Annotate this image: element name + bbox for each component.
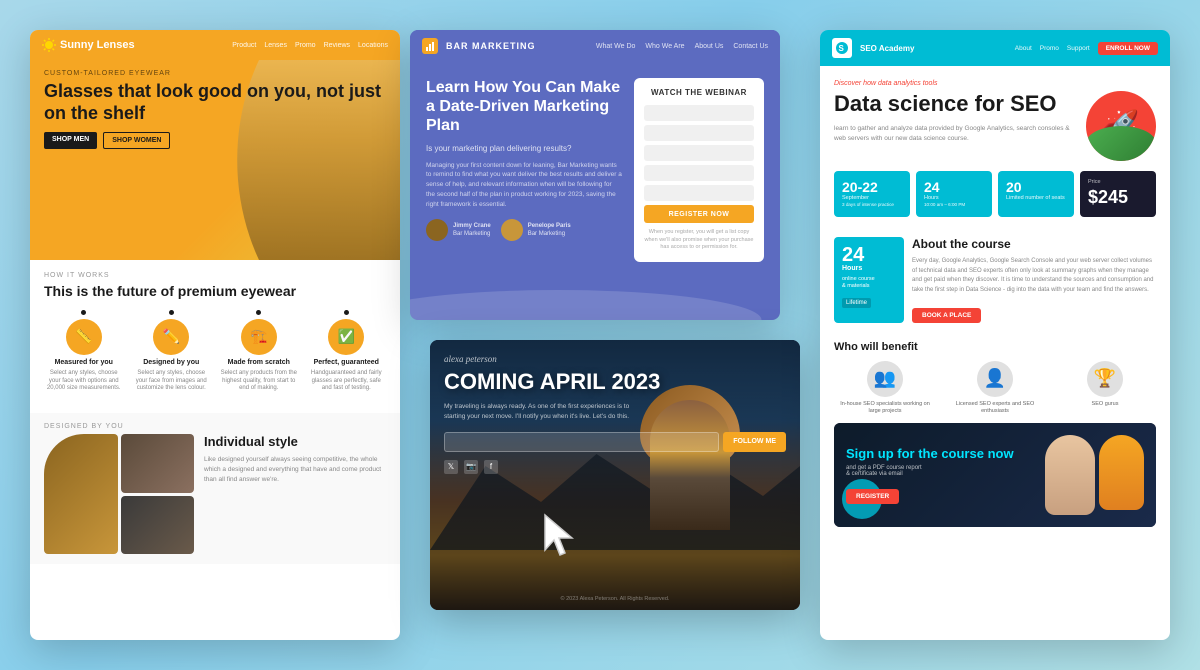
enroll-button[interactable]: ENROLL NOW: [1098, 42, 1158, 55]
left-icon-item: 📏 Measured for you Select any styles, ch…: [44, 310, 124, 393]
center-author-2: Penelope Paris Bar Marketing: [501, 219, 571, 241]
bottom-social-links: 𝕏 📷 f: [444, 460, 786, 474]
right-about-section: 24 Hours online course& materials Lifeti…: [820, 227, 1170, 332]
benefit-avatar-2: 👤: [977, 361, 1013, 397]
benefit-item-3: 🏆 SEO gurus: [1054, 361, 1156, 415]
figure-right: [1099, 435, 1144, 510]
style-image-3: [121, 496, 195, 555]
figure-left: [1045, 435, 1095, 515]
right-hero: Discover how data analytics tools Data s…: [820, 66, 1170, 171]
email-input[interactable]: [444, 432, 719, 452]
author-1-info: Jimmy Crane Bar Marketing: [453, 222, 491, 239]
register-button[interactable]: REGISTER NOW: [644, 205, 754, 223]
right-stats: 20-22 September3 days of intense practic…: [820, 171, 1170, 227]
mockup-right: S SEO Academy About Promo Support ENROLL…: [820, 30, 1170, 640]
left-icon-circle-3: 🏗️: [241, 319, 277, 355]
left-icon-circle-1: 📏: [66, 319, 102, 355]
benefit-item-1: 👥 In-house SEO specialists working on la…: [834, 361, 936, 415]
left-style-section: DESIGNED BY YOU Individual style Like de…: [30, 413, 400, 564]
benefit-avatar-3: 🏆: [1087, 361, 1123, 397]
author-2-avatar: [501, 219, 523, 241]
right-nav-links: About Promo Support ENROLL NOW: [1015, 42, 1158, 55]
left-icon-dot: [256, 310, 261, 315]
cursor: [540, 510, 580, 558]
svg-text:S: S: [839, 44, 845, 53]
center-navbar: BAR MARKETING What We Do Who We Are Abou…: [410, 30, 780, 62]
mockup-center-bottom: alexa peterson COMING APRIL 2023 My trav…: [430, 340, 800, 610]
left-icon-dot: [169, 310, 174, 315]
bottom-content: alexa peterson COMING APRIL 2023 My trav…: [430, 340, 800, 488]
center-left-content: Learn How You Can Make a Date-Driven Mar…: [426, 78, 634, 262]
left-icon-item: ✅ Perfect, guaranteed Handguaranteed and…: [307, 310, 387, 393]
right-navbar: S SEO Academy About Promo Support ENROLL…: [820, 30, 1170, 66]
right-signup-banner: Sign up for the course now and get a PDF…: [834, 423, 1156, 527]
register-button[interactable]: REGISTER: [846, 489, 899, 504]
center-wave-decoration: [410, 290, 780, 320]
signup-text: Sign up for the course now and get a PDF…: [846, 446, 1037, 505]
bar-icon: [425, 41, 435, 51]
center-webinar-form: WATCH THE WEBINAR REGISTER NOW When you …: [634, 78, 764, 262]
about-text: About the course Every day, Google Analy…: [912, 237, 1156, 322]
right-hero-text: Data science for SEO learn to gather and…: [834, 91, 1078, 154]
right-benefit-section: Who will benefit 👥 In-house SEO speciali…: [820, 333, 1170, 423]
follow-me-button[interactable]: FOLLOW ME: [723, 432, 786, 452]
center-author-1: Jimmy Crane Bar Marketing: [426, 219, 491, 241]
shop-men-button[interactable]: SHOP MEN: [44, 132, 97, 149]
left-nav-links: Product Lenses Promo Reviews Locations: [232, 42, 388, 49]
book-place-button[interactable]: BOOK A PLACE: [912, 308, 981, 323]
stat-hours: 24 Hours10:00 am – 6:00 PM: [916, 171, 992, 217]
shop-women-button[interactable]: SHOP WOMEN: [103, 132, 170, 149]
form-field-name[interactable]: [644, 105, 754, 121]
left-icon-dot: [81, 310, 86, 315]
left-hero-buttons: SHOP MEN SHOP WOMEN: [44, 132, 386, 149]
left-hero: CUSTOM-TAILORED EYEWEAR Glasses that loo…: [30, 60, 400, 260]
author-2-info: Penelope Paris Bar Marketing: [528, 222, 571, 239]
left-icon-circle-2: ✏️: [153, 319, 189, 355]
form-field-email[interactable]: [644, 125, 754, 141]
left-icon-item: 🏗️ Made from scratch Select any products…: [219, 310, 299, 393]
left-icon-item: ✏️ Designed by you Select any styles, ch…: [132, 310, 212, 393]
instagram-icon[interactable]: 📷: [464, 460, 478, 474]
mockup-left: Sunny Lenses Product Lenses Promo Review…: [30, 30, 400, 640]
stat-price: Price $245: [1080, 171, 1156, 217]
twitter-icon[interactable]: 𝕏: [444, 460, 458, 474]
center-authors: Jimmy Crane Bar Marketing Penelope Paris…: [426, 219, 622, 241]
left-icons-row: 📏 Measured for you Select any styles, ch…: [44, 310, 386, 393]
right-benefit-items: 👥 In-house SEO specialists working on la…: [834, 361, 1156, 415]
left-hero-content: CUSTOM-TAILORED EYEWEAR Glasses that loo…: [30, 60, 400, 159]
left-how-it-works-section: HOW IT WORKS This is the future of premi…: [30, 260, 400, 413]
left-navbar: Sunny Lenses Product Lenses Promo Review…: [30, 30, 400, 60]
stat-seats: 20 Limited number of seats: [998, 171, 1074, 217]
stat-dates: 20-22 September3 days of intense practic…: [834, 171, 910, 217]
benefit-item-2: 👤 Licensed SEO experts and SEO enthusias…: [944, 361, 1046, 415]
left-style-content: Individual style Like designed yourself …: [44, 434, 386, 554]
center-content: Learn How You Can Make a Date-Driven Mar…: [410, 62, 780, 278]
seo-logo-icon: S: [835, 41, 849, 55]
form-field-job[interactable]: [644, 165, 754, 181]
facebook-icon[interactable]: f: [484, 460, 498, 474]
cursor-arrow-icon: [540, 510, 580, 560]
rocket-bg: [1086, 126, 1156, 161]
left-icon-dot: [344, 310, 349, 315]
left-style-text: Individual style Like designed yourself …: [204, 434, 386, 554]
right-hero-layout: Data science for SEO learn to gather and…: [834, 91, 1156, 161]
center-nav-links: What We Do Who We Are About Us Contact U…: [596, 43, 768, 50]
about-badge: 24 Hours online course& materials Lifeti…: [834, 237, 904, 322]
signup-figures: [1045, 435, 1144, 515]
left-logo: Sunny Lenses: [42, 38, 135, 52]
bottom-input-row: FOLLOW ME: [444, 432, 786, 452]
left-style-images: [44, 434, 194, 554]
left-icon-circle-4: ✅: [328, 319, 364, 355]
style-image-1: [44, 434, 118, 554]
form-field-industry[interactable]: [644, 185, 754, 201]
right-logo-badge: S: [832, 38, 852, 58]
style-image-2: [121, 434, 195, 493]
author-1-avatar: [426, 219, 448, 241]
sun-icon: [42, 38, 56, 52]
mockup-center-top: BAR MARKETING What We Do Who We Are Abou…: [410, 30, 780, 320]
rocket-image: 🚀: [1086, 91, 1156, 161]
center-logo-badge: [422, 38, 438, 54]
benefit-avatar-1: 👥: [867, 361, 903, 397]
form-field-company[interactable]: [644, 145, 754, 161]
